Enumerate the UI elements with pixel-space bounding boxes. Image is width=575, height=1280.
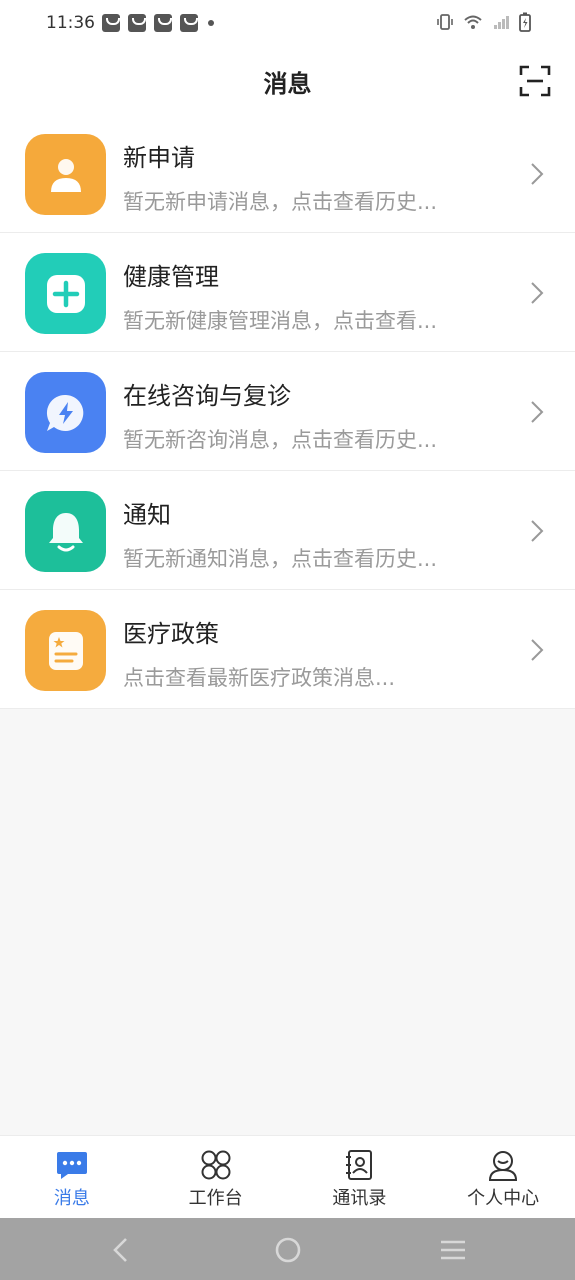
policy-doc-icon	[25, 610, 106, 691]
contacts-book-icon	[346, 1150, 373, 1180]
system-navigation-bar	[0, 1218, 575, 1280]
message-title: 健康管理	[123, 263, 219, 291]
page-title: 消息	[263, 70, 312, 98]
message-subtitle: 暂无新申请消息，点击查看历史...	[123, 190, 438, 214]
tab-profile[interactable]: 个人中心	[431, 1136, 575, 1219]
chat-lightning-icon	[25, 372, 106, 453]
wifi-icon	[464, 15, 482, 29]
tab-label: 消息	[53, 1188, 90, 1209]
plus-icon	[25, 253, 106, 334]
message-title: 新申请	[123, 144, 195, 172]
tab-label: 通讯录	[332, 1188, 387, 1209]
message-subtitle: 点击查看最新医疗政策消息...	[123, 666, 396, 690]
shopping-bag-icon	[102, 14, 120, 32]
tab-contacts[interactable]: 通讯录	[288, 1136, 432, 1219]
message-item-new-application[interactable]: 新申请 暂无新申请消息，点击查看历史...	[0, 114, 575, 233]
chevron-right-icon	[531, 282, 544, 304]
bottom-tab-bar: 消息 工作台 通讯录 个人中心	[0, 1135, 575, 1219]
message-subtitle: 暂无新健康管理消息，点击查看...	[123, 309, 438, 333]
status-bar: 11:36	[0, 0, 575, 48]
battery-charging-icon	[519, 12, 531, 32]
more-notifications-dot-icon	[208, 20, 214, 26]
message-title: 医疗政策	[123, 620, 219, 648]
message-list: 新申请 暂无新申请消息，点击查看历史... 健康管理 暂无新健康管理消息，点击查…	[0, 114, 575, 709]
bell-icon	[25, 491, 106, 572]
menu-icon[interactable]	[438, 1235, 468, 1265]
scan-icon[interactable]	[519, 65, 551, 97]
message-item-online-consultation[interactable]: 在线咨询与复诊 暂无新咨询消息，点击查看历史...	[0, 352, 575, 471]
tab-messages[interactable]: 消息	[0, 1136, 144, 1219]
message-title: 通知	[123, 501, 171, 529]
message-item-medical-policy[interactable]: 医疗政策 点击查看最新医疗政策消息...	[0, 590, 575, 709]
chevron-right-icon	[531, 163, 544, 185]
workbench-grid-icon	[201, 1150, 231, 1180]
system-icons	[436, 12, 531, 32]
vibrate-icon	[437, 14, 453, 30]
app-header: 消息	[0, 48, 575, 114]
notification-icons	[102, 14, 214, 32]
back-icon[interactable]	[106, 1235, 136, 1265]
message-title: 在线咨询与复诊	[123, 382, 291, 410]
message-item-health-management[interactable]: 健康管理 暂无新健康管理消息，点击查看...	[0, 233, 575, 352]
chevron-right-icon	[531, 401, 544, 423]
chevron-right-icon	[531, 639, 544, 661]
home-icon[interactable]	[273, 1235, 303, 1265]
tab-label: 工作台	[188, 1188, 243, 1209]
chat-bubble-icon	[56, 1152, 87, 1179]
signal-icon	[494, 16, 509, 29]
person-icon	[25, 134, 106, 215]
message-subtitle: 暂无新通知消息，点击查看历史...	[123, 547, 438, 571]
message-item-notice[interactable]: 通知 暂无新通知消息，点击查看历史...	[0, 471, 575, 590]
status-time: 11:36	[46, 13, 95, 33]
shopping-bag-icon	[128, 14, 146, 32]
message-subtitle: 暂无新咨询消息，点击查看历史...	[123, 428, 438, 452]
user-profile-icon	[489, 1151, 518, 1181]
tab-workbench[interactable]: 工作台	[144, 1136, 288, 1219]
shopping-bag-icon	[180, 14, 198, 32]
tab-label: 个人中心	[467, 1188, 540, 1209]
shopping-bag-icon	[154, 14, 172, 32]
chevron-right-icon	[531, 520, 544, 542]
